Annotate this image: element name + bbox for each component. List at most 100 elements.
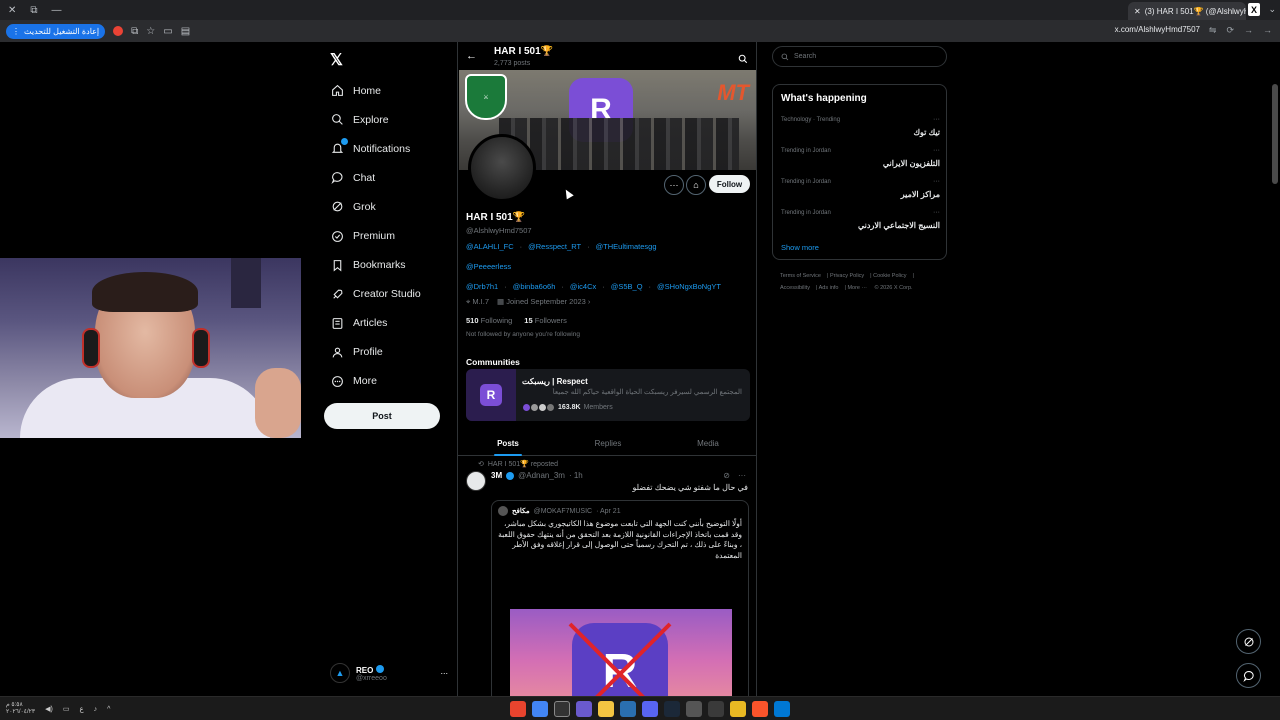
avatar[interactable] — [466, 471, 486, 491]
mention-link[interactable]: @ic4Cx — [570, 282, 596, 291]
tab-menu-icon[interactable]: ⌄ — [1268, 4, 1276, 15]
extension-icon[interactable] — [113, 26, 124, 36]
subscribe-icon[interactable]: ⌂ — [686, 175, 706, 195]
mention-link[interactable]: @Drb7h1 — [466, 282, 498, 291]
volume-icon[interactable]: ◀) — [45, 705, 53, 713]
page-scrollbar[interactable] — [1272, 44, 1278, 694]
quoted-tweet[interactable]: مكافح @MOKAF7MUSIC · Apr 21 أولًا التوضي… — [491, 500, 749, 696]
windows-start-icon[interactable] — [774, 701, 790, 717]
extensions-icon[interactable]: ⧉ — [131, 26, 138, 37]
mention-link[interactable]: @Resspect_RT — [528, 242, 581, 251]
reading-list-icon[interactable]: ▤ — [181, 26, 190, 37]
grok-icon[interactable]: ⊘ — [723, 471, 730, 480]
mention-link[interactable]: @SHoNgxBoNgYT — [657, 282, 721, 291]
footer-link[interactable]: Cookie Policy — [873, 273, 906, 279]
restore-icon[interactable]: ⧉ — [30, 5, 37, 16]
tweet-handle[interactable]: @Adnan_3m — [518, 471, 565, 480]
profile-more-button[interactable]: ··· — [664, 175, 684, 195]
trend-item[interactable]: Trending in Jordan ··· مراكز الامير — [781, 178, 940, 209]
mention-link[interactable]: @S5B_Q — [611, 282, 643, 291]
more-icon[interactable]: ··· — [933, 147, 940, 154]
discord-icon[interactable] — [642, 701, 658, 717]
grok-fab[interactable] — [1236, 629, 1261, 654]
following-link[interactable]: 510 Following — [466, 316, 512, 325]
folder-icon[interactable] — [730, 701, 746, 717]
community-card[interactable]: R ريسبكت | Respect المجتمع الرسمي لسيرفر… — [466, 369, 750, 421]
address-bar[interactable]: x.com/AlshlwyHmd7507 — [1115, 25, 1200, 34]
mention-link[interactable]: @Peeeerless — [466, 262, 511, 271]
nav-creator-studio[interactable]: Creator Studio — [330, 280, 421, 309]
followers-link[interactable]: 15 Followers — [524, 316, 567, 325]
network-icon[interactable]: ▭ — [63, 705, 70, 713]
brave-icon[interactable] — [752, 701, 768, 717]
tweet-author[interactable]: 3M — [491, 471, 502, 480]
search-input[interactable]: Search — [772, 46, 947, 67]
post-button[interactable]: Post — [324, 403, 440, 429]
reload-icon[interactable]: ⟳ — [1226, 25, 1234, 36]
nav-chat[interactable]: Chat — [330, 163, 421, 192]
show-more-link[interactable]: Show more — [781, 243, 819, 252]
more-icon[interactable]: ··· — [933, 209, 940, 216]
back-icon[interactable]: → — [1263, 25, 1272, 36]
nav-more[interactable]: More — [330, 367, 421, 396]
site-settings-icon[interactable]: ⇋ — [1209, 25, 1217, 36]
quote-image[interactable]: R — [510, 609, 732, 696]
scroll-thumb[interactable] — [1272, 84, 1278, 184]
tray-chevron-icon[interactable]: ^ — [107, 706, 110, 713]
tab-posts[interactable]: Posts — [458, 432, 558, 456]
mic-icon[interactable]: ♪ — [94, 706, 98, 713]
obs-icon[interactable] — [554, 701, 570, 717]
mention-link[interactable]: @THEultimatesgg — [596, 242, 657, 251]
app-icon[interactable] — [510, 701, 526, 717]
mention-link[interactable]: @binba6o6h — [513, 282, 556, 291]
close-tab-icon[interactable]: ✕ — [1134, 7, 1141, 16]
app-icon[interactable] — [598, 701, 614, 717]
nav-bookmarks[interactable]: Bookmarks — [330, 251, 421, 280]
more-icon[interactable]: ··· — [933, 116, 940, 123]
nav-explore[interactable]: Explore — [330, 105, 421, 134]
tab-replies[interactable]: Replies — [558, 432, 658, 455]
x-logo[interactable]: 𝕏 — [330, 50, 343, 70]
steam-icon[interactable] — [620, 701, 636, 717]
back-arrow-icon[interactable]: ← — [466, 50, 477, 62]
search-icon[interactable] — [738, 51, 748, 69]
footer-link[interactable]: More ··· — [847, 285, 867, 291]
account-more-icon[interactable]: ... — [440, 666, 448, 676]
forward-icon[interactable]: → — [1244, 25, 1253, 36]
nav-grok[interactable]: Grok — [330, 192, 421, 221]
app-icon[interactable] — [708, 701, 724, 717]
nav-notifications[interactable]: Notifications — [330, 134, 421, 163]
nav-profile[interactable]: Profile — [330, 338, 421, 367]
profile-avatar[interactable] — [468, 134, 536, 202]
more-icon[interactable]: ··· — [933, 178, 940, 185]
update-button[interactable]: ⋮ إعادة التشغيل للتحديث — [6, 23, 106, 39]
tab-media[interactable]: Media — [658, 432, 756, 455]
minimize-icon[interactable]: — — [52, 5, 62, 16]
footer-link[interactable]: Accessibility — [780, 285, 810, 291]
nav-premium[interactable]: Premium — [330, 221, 421, 250]
account-switcher[interactable]: ▲ REO @xrreeoo ... — [330, 662, 448, 684]
bookmark-star-icon[interactable]: ☆ — [146, 26, 155, 37]
clock[interactable]: ٥:٥٨ م ٢٠٢٦/٠٤/٢٣ — [6, 702, 35, 716]
steam-icon[interactable] — [664, 701, 680, 717]
app-icon[interactable] — [686, 701, 702, 717]
trend-item[interactable]: Trending in Jordan ··· النسيج الاجتماعي … — [781, 209, 940, 240]
footer-link[interactable]: Terms of Service — [780, 273, 821, 279]
join-date[interactable]: ▦ Joined September 2023 › — [497, 297, 590, 307]
language-indicator[interactable]: ع — [79, 705, 83, 713]
more-icon[interactable]: ··· — [738, 471, 746, 480]
chrome-icon[interactable] — [532, 701, 548, 717]
cast-icon[interactable]: ▭ — [163, 26, 172, 37]
trend-item[interactable]: Trending in Jordan ··· التلفزيون الايران… — [781, 147, 940, 178]
messages-fab[interactable] — [1236, 663, 1261, 688]
mention-link[interactable]: @ALAHLI_FC — [466, 242, 514, 251]
nav-articles[interactable]: Articles — [330, 309, 421, 338]
trend-item[interactable]: Technology · Trending ··· تيك توك — [781, 116, 940, 147]
browser-tab[interactable]: ✕ (3) HAR I 501🏆 (@AlshlwyHm — [1128, 2, 1246, 20]
app-icon[interactable] — [576, 701, 592, 717]
footer-link[interactable]: Ads info — [819, 285, 839, 291]
follow-button[interactable]: Follow — [709, 175, 750, 193]
close-window-icon[interactable]: ✕ — [8, 5, 16, 16]
nav-home[interactable]: Home — [330, 76, 421, 105]
x-app-icon[interactable]: X — [1248, 3, 1260, 16]
